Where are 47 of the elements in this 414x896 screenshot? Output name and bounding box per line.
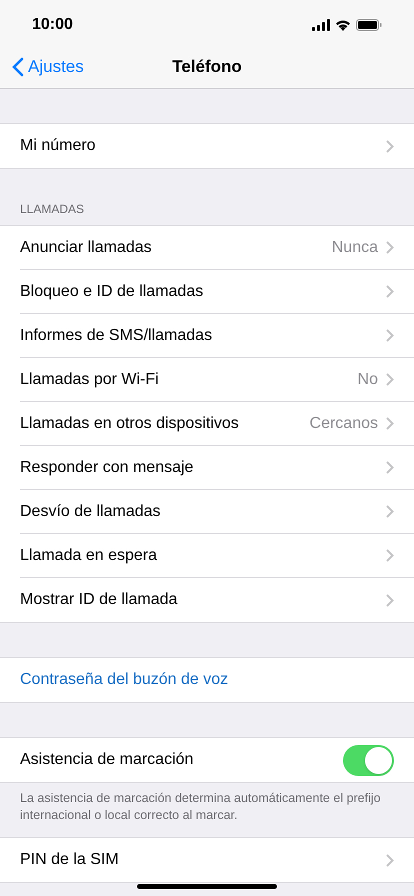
settings-row[interactable]: Llamadas en otros dispositivos Cercanos xyxy=(0,402,414,446)
settings-row[interactable]: Anunciar llamadas Nunca xyxy=(0,226,414,270)
chevron-icon xyxy=(386,594,394,606)
row-label: Bloqueo e ID de llamadas xyxy=(20,282,204,302)
status-time: 10:00 xyxy=(32,15,73,35)
row-label: PIN de la SIM xyxy=(20,850,119,870)
settings-row[interactable]: Mostrar ID de llamada xyxy=(0,578,414,622)
settings-row[interactable]: Llamadas por Wi-Fi No xyxy=(0,358,414,402)
section-footer: La asistencia de marcación determina automáticamente el prefijo internacional o local correcto al marcar. xyxy=(20,790,382,824)
wifi-icon xyxy=(335,19,351,31)
settings-row[interactable]: Desvío de llamadas xyxy=(0,490,414,534)
row-label: Anunciar llamadas xyxy=(20,238,152,258)
row-value: No xyxy=(358,370,378,390)
chevron-icon xyxy=(386,241,394,254)
row-value: Cercanos xyxy=(310,414,378,434)
row-label: Llamadas en otros dispositivos xyxy=(20,414,239,434)
back-chevron-icon xyxy=(12,57,24,77)
chevron-icon xyxy=(386,417,394,430)
row-label: Mostrar ID de llamada xyxy=(20,590,178,610)
row-label: Llamadas por Wi-Fi xyxy=(20,370,159,390)
row-label: Responder con mensaje xyxy=(20,458,194,478)
chevron-icon xyxy=(386,329,394,342)
row-label: Mi número xyxy=(20,136,96,156)
settings-row[interactable]: Llamada en espera xyxy=(0,534,414,578)
toggle-switch[interactable] xyxy=(343,744,394,776)
row-label: Informes de SMS/llamadas xyxy=(20,326,212,346)
section-header: LLAMADAS xyxy=(20,201,84,218)
settings-row[interactable]: Informes de SMS/llamadas xyxy=(0,314,414,358)
row-label: Asistencia de marcación xyxy=(20,750,194,770)
chevron-icon xyxy=(386,285,394,298)
settings-row[interactable]: Responder con mensaje xyxy=(0,446,414,490)
chevron-icon xyxy=(386,140,394,152)
row-label: Desvío de llamadas xyxy=(20,502,161,522)
nav-title: Teléfono xyxy=(172,56,242,78)
chevron-icon xyxy=(386,854,394,866)
chevron-icon xyxy=(386,549,394,562)
settings-row[interactable]: PIN de la SIM xyxy=(0,838,414,882)
back-button[interactable]: Ajustes xyxy=(0,54,84,80)
chevron-icon xyxy=(386,373,394,386)
battery-icon xyxy=(356,19,382,31)
chevron-icon xyxy=(386,505,394,518)
row-value: Nunca xyxy=(332,238,378,258)
chevron-icon xyxy=(386,461,394,474)
settings-row[interactable]: Bloqueo e ID de llamadas xyxy=(0,270,414,314)
row-label: Llamada en espera xyxy=(20,546,157,566)
signal-icon xyxy=(312,19,330,31)
settings-row[interactable]: Mi número xyxy=(0,124,414,168)
